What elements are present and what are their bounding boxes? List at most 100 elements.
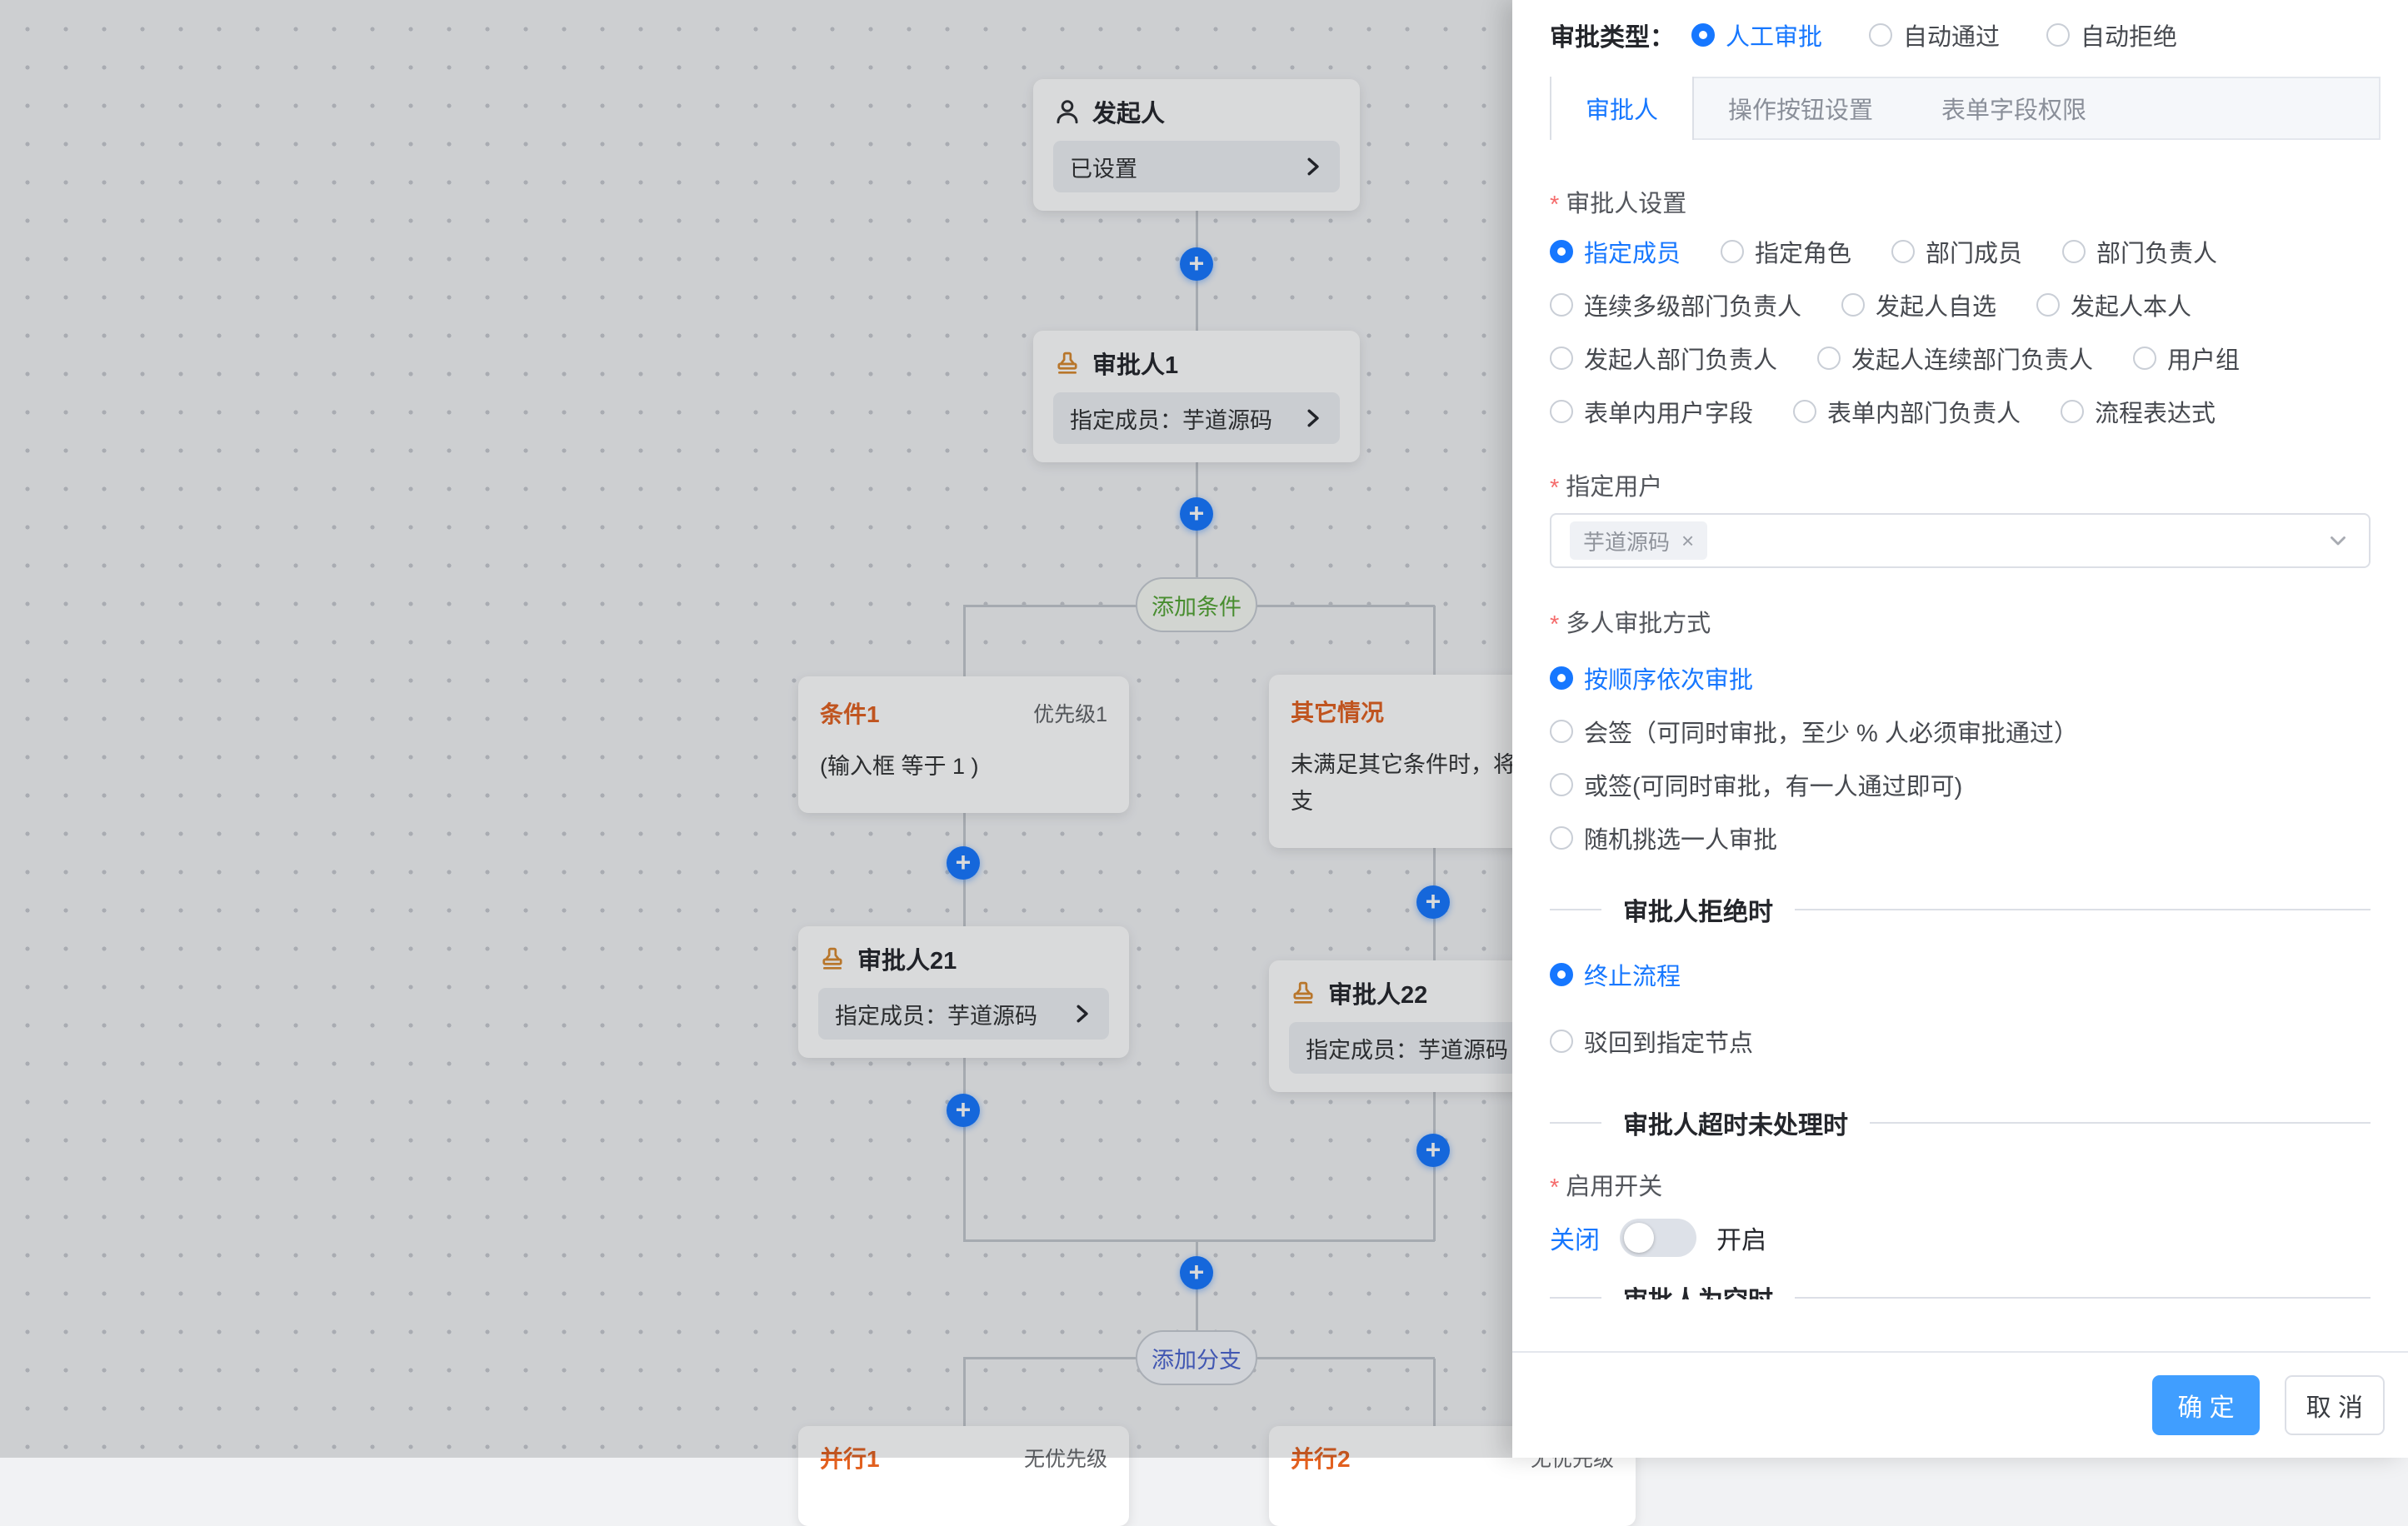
connector-line xyxy=(1433,1359,1436,1426)
close-icon[interactable]: × xyxy=(1681,530,1694,551)
radio-dept-leader[interactable]: 部门负责人 xyxy=(2062,234,2217,269)
node-summary-text: 指定成员：芋道源码 xyxy=(835,998,1037,1030)
approval-type-label: 审批类型： xyxy=(1550,17,1675,53)
radio-form-user-field[interactable]: 表单内用户字段 xyxy=(1550,394,1753,429)
timeout-toggle[interactable] xyxy=(1620,1219,1696,1257)
add-node-button[interactable]: + xyxy=(1416,885,1450,919)
user-tag-label: 芋道源码 xyxy=(1583,526,1670,556)
radio-icon xyxy=(1691,23,1715,47)
confirm-button[interactable]: 确 定 xyxy=(2152,1375,2259,1435)
stamp-icon xyxy=(1053,349,1082,377)
radio-icon xyxy=(1550,400,1573,423)
radio-reject-to-node[interactable]: 驳回到指定节点 xyxy=(1550,1025,2371,1058)
radio-initiator-dept-leader[interactable]: 发起人部门负责人 xyxy=(1550,341,1777,376)
node-approver21[interactable]: 审批人21 指定成员：芋道源码 xyxy=(798,926,1129,1058)
add-branch-button[interactable]: 添加分支 xyxy=(1136,1330,1257,1385)
add-node-button[interactable]: + xyxy=(1416,1134,1450,1167)
plus-icon: + xyxy=(1426,1136,1441,1163)
radio-icon xyxy=(1550,963,1573,986)
radio-icon xyxy=(1817,347,1841,370)
condition-title: 并行2 xyxy=(1291,1441,1351,1474)
user-icon xyxy=(1053,97,1082,126)
node-title: 审批人1 xyxy=(1092,346,1178,381)
node-summary-text: 指定成员：芋道源码 xyxy=(1306,1032,1508,1065)
tab-form-field-permissions[interactable]: 表单字段权限 xyxy=(1907,78,2121,138)
radio-initiator-self[interactable]: 发起人本人 xyxy=(2036,287,2191,322)
add-node-button[interactable]: + xyxy=(947,846,980,880)
chevron-down-icon xyxy=(2326,528,2351,553)
switch-on-label: 开启 xyxy=(1716,1219,1766,1256)
add-node-button[interactable]: + xyxy=(1180,247,1213,281)
radio-label: 部门负责人 xyxy=(2096,234,2217,269)
plus-icon: + xyxy=(1189,500,1205,526)
radio-label: 连续多级部门负责人 xyxy=(1584,287,1801,322)
branch-merge-line xyxy=(963,1239,1435,1242)
radio-icon xyxy=(2133,347,2156,370)
chevron-right-icon xyxy=(1071,1003,1092,1025)
user-tag: 芋道源码 × xyxy=(1570,521,1707,560)
radio-terminate-process[interactable]: 终止流程 xyxy=(1550,958,2371,991)
radio-multi-level-dept-leader[interactable]: 连续多级部门负责人 xyxy=(1550,287,1801,322)
radio-icon xyxy=(1550,720,1573,743)
radio-process-expression[interactable]: 流程表达式 xyxy=(2061,394,2216,429)
tab-label: 审批人 xyxy=(1586,91,1658,126)
settings-tab-bar: 审批人 操作按钮设置 表单字段权限 xyxy=(1550,77,2381,140)
multi-approve-mode-label: 多人审批方式 xyxy=(1550,605,2371,638)
add-node-button[interactable]: + xyxy=(1180,1256,1213,1289)
cancel-button[interactable]: 取 消 xyxy=(2285,1375,2385,1435)
radio-label: 流程表达式 xyxy=(2095,394,2216,429)
assign-user-select[interactable]: 芋道源码 × xyxy=(1550,513,2371,568)
tab-action-buttons[interactable]: 操作按钮设置 xyxy=(1694,78,1907,138)
radio-icon xyxy=(1550,347,1573,370)
radio-form-dept-leader[interactable]: 表单内部门负责人 xyxy=(1793,394,2021,429)
radio-label: 或签(可同时审批，有一人通过即可) xyxy=(1584,767,1962,802)
node-config-summary[interactable]: 指定成员：芋道源码 xyxy=(818,988,1109,1040)
settings-form[interactable]: 审批人设置 指定成员 指定角色 部门成员 部门负责人 连续多级部门负责人 发起人… xyxy=(1550,140,2371,1299)
radio-initiator-self-select[interactable]: 发起人自选 xyxy=(1841,287,1996,322)
radio-icon xyxy=(1550,293,1573,317)
radio-sequential-approval[interactable]: 按顺序依次审批 xyxy=(1550,661,2371,695)
approver-setting-row: 连续多级部门负责人 发起人自选 发起人本人 xyxy=(1550,288,2371,322)
radio-or-sign[interactable]: 或签(可同时审批，有一人通过即可) xyxy=(1550,768,2371,801)
radio-initiator-consecutive-dept-leader[interactable]: 发起人连续部门负责人 xyxy=(1817,341,2093,376)
radio-label: 发起人连续部门负责人 xyxy=(1851,341,2093,376)
radio-random-one[interactable]: 随机挑选一人审批 xyxy=(1550,821,2371,855)
radio-label: 终止流程 xyxy=(1584,957,1681,992)
tab-label: 操作按钮设置 xyxy=(1728,91,1873,126)
condition-title: 条件1 xyxy=(820,696,880,730)
approver-setting-row: 表单内用户字段 表单内部门负责人 流程表达式 xyxy=(1550,395,2371,428)
radio-countersign[interactable]: 会签（可同时审批，至少 % 人必须审批通过） xyxy=(1550,715,2371,748)
plus-icon: + xyxy=(1426,888,1441,915)
radio-icon xyxy=(2036,293,2060,317)
radio-assign-member[interactable]: 指定成员 xyxy=(1550,234,1681,269)
radio-dept-member[interactable]: 部门成员 xyxy=(1891,234,2022,269)
node-condition1[interactable]: 条件1 优先级1 (输入框 等于 1 ) xyxy=(798,676,1129,813)
add-node-button[interactable]: + xyxy=(947,1094,980,1127)
node-parallel1[interactable]: 并行1 无优先级 xyxy=(798,1426,1129,1526)
radio-assign-role[interactable]: 指定角色 xyxy=(1721,234,1851,269)
radio-icon xyxy=(1550,240,1573,263)
radio-auto-reject[interactable]: 自动拒绝 xyxy=(2046,17,2177,52)
node-summary-text: 已设置 xyxy=(1070,151,1137,183)
node-start[interactable]: 发起人 已设置 xyxy=(1033,79,1360,211)
radio-icon xyxy=(2061,400,2084,423)
plus-icon: + xyxy=(1189,1259,1205,1285)
divider-title: 审批人拒绝时 xyxy=(1601,891,1795,928)
chevron-right-icon xyxy=(1301,407,1323,429)
timeout-switch-row: 关闭 开启 xyxy=(1550,1218,2371,1258)
tab-label: 表单字段权限 xyxy=(1941,91,2086,126)
approver-setting-row: 指定成员 指定角色 部门成员 部门负责人 xyxy=(1550,235,2371,268)
node-title: 发起人 xyxy=(1092,94,1165,129)
radio-auto-approve[interactable]: 自动通过 xyxy=(1869,17,2000,52)
radio-label: 用户组 xyxy=(2167,341,2240,376)
radio-icon xyxy=(1550,826,1573,850)
radio-manual-approval[interactable]: 人工审批 xyxy=(1691,17,1822,52)
node-config-summary[interactable]: 已设置 xyxy=(1053,141,1340,192)
add-condition-button[interactable]: 添加条件 xyxy=(1136,577,1257,632)
radio-label: 表单内用户字段 xyxy=(1584,394,1753,429)
add-node-button[interactable]: + xyxy=(1180,497,1213,531)
node-approver1[interactable]: 审批人1 指定成员：芋道源码 xyxy=(1033,331,1360,462)
radio-user-group[interactable]: 用户组 xyxy=(2133,341,2240,376)
tab-approver[interactable]: 审批人 xyxy=(1550,77,1694,140)
node-config-summary[interactable]: 指定成员：芋道源码 xyxy=(1053,392,1340,444)
